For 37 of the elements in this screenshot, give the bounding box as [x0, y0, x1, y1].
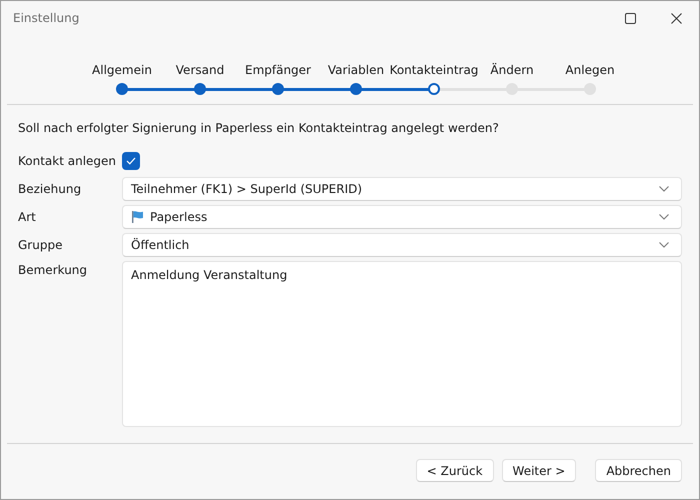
- step-label: Variablen: [328, 63, 384, 79]
- dropdown-value: Teilnehmer (FK1) > SuperId (SUPERID): [131, 182, 362, 196]
- step-label: Anlegen: [565, 63, 615, 79]
- step-label: Ändern: [490, 63, 534, 79]
- checkbox[interactable]: [122, 152, 140, 170]
- chevron-down-icon: [659, 242, 669, 248]
- step-label: Versand: [176, 63, 224, 79]
- maximize-icon: [624, 12, 636, 24]
- step-dot[interactable]: [272, 83, 284, 95]
- question-text: Soll nach erfolgter Signierung in Paperless ein Kontakteintrag angelegt werden?: [18, 121, 500, 136]
- close-icon: [670, 12, 682, 24]
- flag-icon: [131, 210, 144, 224]
- step-label: Empfänger: [244, 63, 311, 79]
- step-dot[interactable]: [350, 83, 362, 95]
- field-label: Art: [18, 210, 37, 224]
- next-button[interactable]: Weiter >: [502, 459, 576, 482]
- step-label: Allgemein: [92, 63, 152, 79]
- dropdown-value: Paperless: [150, 210, 208, 224]
- dropdown-value: Öffentlich: [131, 238, 190, 252]
- cancel-button[interactable]: Abbrechen: [595, 459, 682, 482]
- field-label: Beziehung: [18, 182, 82, 196]
- step-dot[interactable]: [194, 83, 206, 95]
- dropdown[interactable]: Teilnehmer (FK1) > SuperId (SUPERID): [122, 177, 682, 202]
- window-title: Einstellung: [13, 11, 80, 25]
- field-label: Bemerkung: [18, 262, 88, 278]
- field-label: Kontakt anlegen: [18, 154, 118, 168]
- step-label: Kontakteintrag: [390, 63, 478, 79]
- chevron-down-icon: [659, 214, 669, 220]
- chevron-down-icon: [659, 186, 669, 192]
- check-icon: [126, 157, 136, 166]
- field-label: Gruppe: [18, 238, 64, 252]
- remark-field[interactable]: Anmeldung Veranstaltung: [122, 261, 682, 428]
- dropdown[interactable]: Öffentlich: [122, 233, 682, 258]
- step-dot[interactable]: [116, 83, 128, 95]
- dropdown[interactable]: Paperless: [122, 205, 682, 230]
- step-dot[interactable]: [428, 83, 440, 95]
- back-button[interactable]: < Zurück: [416, 459, 494, 482]
